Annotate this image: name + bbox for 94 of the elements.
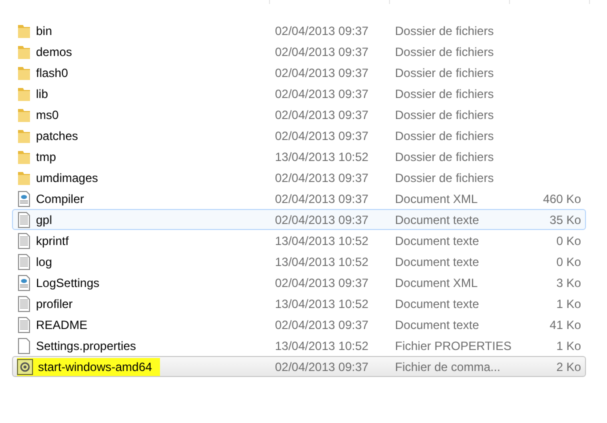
file-name: profiler (36, 296, 73, 312)
file-row[interactable]: Compiler 02/04/2013 09:37 Document XML 460 Ko (12, 188, 586, 209)
file-name: start-windows-amd64 (38, 358, 152, 376)
modified-date: 02/04/2013 09:37 (275, 64, 370, 82)
file-row[interactable]: tmp 13/04/2013 10:52 Dossier de fichiers (12, 146, 586, 167)
file-type: Fichier de comma... (395, 358, 502, 376)
modified-date: 02/04/2013 09:37 (275, 86, 370, 102)
folder-icon (17, 106, 31, 122)
file-name: flash0 (36, 64, 68, 82)
modified-date: 13/04/2013 10:52 (275, 254, 370, 270)
file-type: Document texte (395, 296, 480, 312)
file-name: bin (36, 22, 52, 40)
file-type: Dossier de fichiers (395, 106, 495, 124)
folder-icon (17, 44, 31, 60)
file-type: Dossier de fichiers (395, 86, 495, 102)
file-type: Document XML (395, 274, 479, 292)
file-row[interactable]: lib 02/04/2013 09:37 Dossier de fichiers (12, 83, 586, 104)
file-type: Dossier de fichiers (395, 170, 495, 186)
file-type: Document XML (395, 190, 479, 208)
text-document-icon (17, 316, 31, 332)
modified-date: 02/04/2013 09:37 (275, 274, 370, 292)
file-type: Fichier PROPERTIES (395, 338, 512, 354)
file-size: 460 Ko (542, 190, 581, 208)
xml-document-icon (17, 190, 31, 206)
file-row[interactable]: README 02/04/2013 09:37 Document texte 41 Ko (12, 314, 586, 335)
file-row[interactable]: umdimages 02/04/2013 09:37 Dossier de fichiers (12, 167, 586, 188)
file-name: ms0 (36, 106, 59, 124)
folder-icon (17, 148, 31, 164)
file-row[interactable]: gpl 02/04/2013 09:37 Document texte 35 Ko (12, 209, 586, 230)
file-row[interactable]: start-windows-amd64 02/04/2013 09:37 Fichier de comma... 2 Ko (12, 356, 586, 377)
modified-date: 13/04/2013 10:52 (275, 232, 370, 250)
file-name: log (36, 254, 52, 270)
file-row[interactable]: flash0 02/04/2013 09:37 Dossier de fichiers (12, 62, 586, 83)
file-type: Dossier de fichiers (395, 128, 495, 144)
file-type: Document texte (395, 212, 480, 228)
modified-date: 13/04/2013 10:52 (275, 148, 370, 166)
file-row[interactable]: demos 02/04/2013 09:37 Dossier de fichiers (12, 41, 586, 62)
modified-date: 13/04/2013 10:52 (275, 338, 370, 354)
modified-date: 02/04/2013 09:37 (275, 316, 370, 334)
file-size: 3 Ko (556, 274, 581, 292)
file-name: LogSettings (36, 274, 100, 292)
modified-date: 02/04/2013 09:37 (275, 106, 370, 124)
file-type: Dossier de fichiers (395, 22, 495, 40)
xml-document-icon (17, 274, 31, 290)
folder-icon (17, 86, 31, 102)
modified-date: 02/04/2013 09:37 (275, 190, 370, 208)
file-name: umdimages (36, 170, 98, 186)
file-size: 41 Ko (550, 316, 581, 334)
file-name: README (36, 316, 88, 334)
file-row[interactable]: log 13/04/2013 10:52 Document texte 0 Ko (12, 251, 586, 272)
folder-icon (17, 22, 31, 38)
file-size: 2 Ko (556, 358, 581, 376)
modified-date: 02/04/2013 09:37 (275, 170, 370, 186)
file-row[interactable]: LogSettings 02/04/2013 09:37 Document XML 3 Ko (12, 272, 586, 293)
file-name: gpl (36, 212, 52, 228)
modified-date: 02/04/2013 09:37 (275, 212, 370, 228)
gear-file-icon (17, 358, 33, 374)
file-type: Dossier de fichiers (395, 64, 495, 82)
file-row[interactable]: Settings.properties 13/04/2013 10:52 Fichier PROPERTIES 1 Ko (12, 335, 586, 356)
file-size: 1 Ko (556, 296, 581, 312)
folder-icon (17, 170, 31, 186)
file-name: lib (36, 86, 48, 102)
file-name: Compiler (36, 190, 84, 208)
file-name: demos (36, 44, 72, 60)
file-name: tmp (36, 148, 56, 166)
text-document-icon (17, 296, 31, 312)
folder-icon (17, 64, 31, 80)
blank-document-icon (17, 338, 31, 354)
file-type: Dossier de fichiers (395, 44, 495, 60)
file-row[interactable]: patches 02/04/2013 09:37 Dossier de fichiers (12, 125, 586, 146)
text-document-icon (17, 232, 31, 248)
file-name: patches (36, 128, 78, 144)
file-name: Settings.properties (36, 338, 136, 354)
file-type: Dossier de fichiers (395, 148, 495, 166)
text-document-icon (17, 254, 31, 270)
modified-date: 13/04/2013 10:52 (275, 296, 370, 312)
file-type: Document texte (395, 232, 480, 250)
text-document-icon (17, 212, 31, 228)
file-name: kprintf (36, 232, 69, 250)
modified-date: 02/04/2013 09:37 (275, 44, 370, 60)
modified-date: 02/04/2013 09:37 (275, 22, 370, 40)
modified-date: 02/04/2013 09:37 (275, 358, 370, 376)
file-row[interactable]: kprintf 13/04/2013 10:52 Document texte 0 Ko (12, 230, 586, 251)
file-size: 1 Ko (556, 338, 581, 354)
file-size: 35 Ko (550, 212, 581, 228)
file-size: 0 Ko (556, 254, 581, 270)
file-size: 0 Ko (556, 232, 581, 250)
modified-date: 02/04/2013 09:37 (275, 128, 370, 144)
file-row[interactable]: profiler 13/04/2013 10:52 Document texte 1 Ko (12, 293, 586, 314)
file-type: Document texte (395, 316, 480, 334)
file-row[interactable]: bin 02/04/2013 09:37 Dossier de fichiers (12, 20, 586, 41)
file-type: Document texte (395, 254, 480, 270)
folder-icon (17, 128, 31, 144)
file-row[interactable]: ms0 02/04/2013 09:37 Dossier de fichiers (12, 104, 586, 125)
